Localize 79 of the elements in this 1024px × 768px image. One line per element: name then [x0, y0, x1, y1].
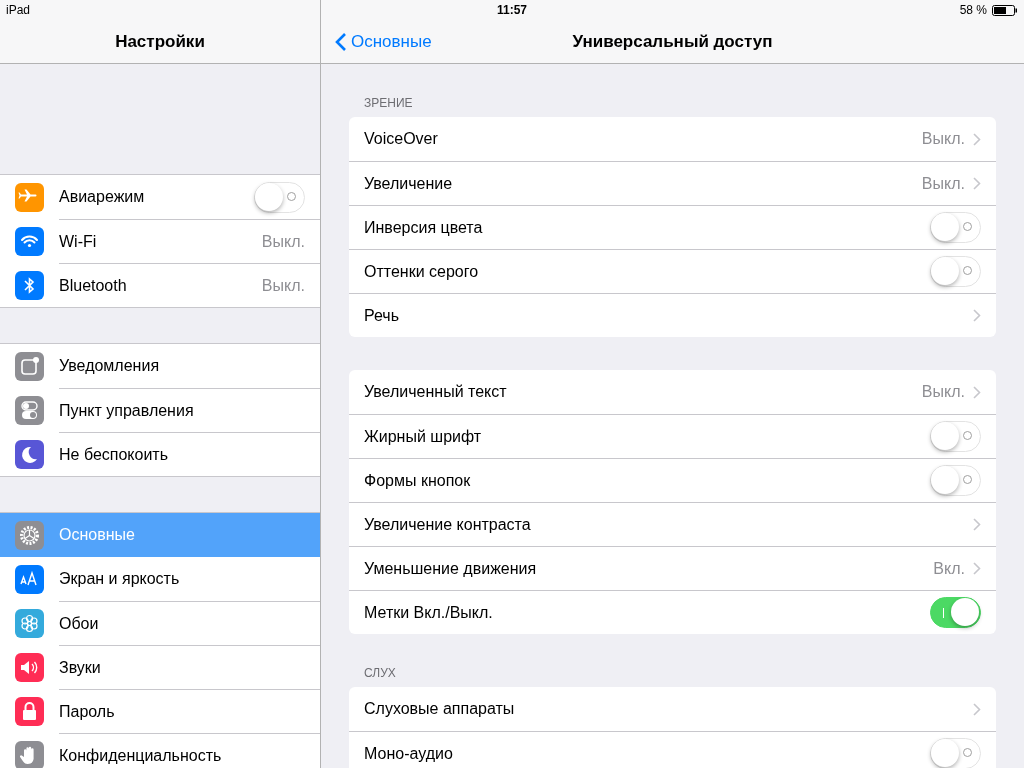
sidebar-item[interactable]: Wi-Fi Выкл. [0, 219, 320, 263]
row-label: Речь [364, 306, 400, 325]
item-label: Пароль [59, 702, 116, 721]
settings-row[interactable]: Увеличенный текст Выкл. [349, 370, 996, 414]
row-label: Моно-аудио [364, 744, 454, 763]
settings-row[interactable]: Жирный шрифт [349, 414, 996, 458]
item-label: Основные [59, 526, 136, 544]
row-label: Слуховые аппараты [364, 700, 516, 718]
sidebar-item[interactable]: Не беспокоить [0, 432, 320, 476]
settings-row[interactable]: Оттенки серого [349, 249, 996, 293]
settings-row[interactable]: Увеличение контраста [349, 502, 996, 546]
back-button[interactable]: Основные [331, 20, 436, 64]
toggle-switch[interactable] [930, 421, 981, 452]
item-label: Звуки [59, 658, 102, 677]
row-value: Выкл. [921, 174, 965, 193]
sidebar-item[interactable]: Звуки [0, 645, 320, 689]
sidebar-item[interactable]: Пункт управления [0, 388, 320, 432]
row-label: Оттенки серого [364, 262, 480, 281]
item-label: Wi-Fi [59, 232, 98, 251]
settings-row[interactable]: Формы кнопок [349, 458, 996, 502]
row-label: Уменьшение движения [364, 559, 538, 578]
page-title: Универсальный доступ [572, 31, 773, 52]
chevron-icon [973, 177, 981, 190]
settings-row[interactable]: Инверсия цвета [349, 205, 996, 249]
chevron-icon [973, 702, 981, 716]
sidebar-title: Настройки [115, 31, 205, 52]
settings-row[interactable]: VoiceOver Выкл. [349, 117, 996, 161]
settings-row[interactable]: Метки Вкл./Выкл. [349, 590, 996, 634]
sidebar-item[interactable]: Bluetooth Выкл. [0, 263, 320, 307]
sidebar-item[interactable]: Авиарежим [0, 175, 320, 219]
row-label: Увеличенный текст [364, 383, 508, 401]
device-name: iPad [6, 3, 31, 17]
item-label: Bluetooth [59, 276, 128, 295]
chevron-icon [973, 518, 981, 531]
toggle-switch[interactable] [930, 597, 981, 628]
settings-row[interactable]: Речь [349, 293, 996, 337]
battery-percent: 58 % [959, 3, 987, 17]
chevron-icon [973, 385, 981, 399]
chevron-icon [973, 132, 981, 146]
settings-row[interactable]: Моно-аудио [349, 731, 996, 768]
toggle-switch[interactable] [930, 738, 981, 768]
sidebar-item[interactable]: Конфиденциальность [0, 733, 320, 768]
sidebar-item[interactable]: Обои [0, 601, 320, 645]
chevron-icon [973, 562, 981, 575]
toggle-switch[interactable] [930, 465, 981, 496]
battery-icon [992, 4, 1018, 16]
row-label: Увеличение контраста [364, 515, 532, 534]
row-label: VoiceOver [364, 130, 439, 148]
sidebar-item[interactable]: Экран и яркость [0, 557, 320, 601]
item-label: Не беспокоить [59, 445, 170, 464]
item-value: Выкл. [261, 232, 305, 251]
row-label: Жирный шрифт [364, 427, 483, 446]
settings-row[interactable]: Увеличение Выкл. [349, 161, 996, 205]
item-label: Авиарежим [59, 188, 146, 206]
toggle-switch[interactable] [254, 181, 305, 213]
chevron-icon [973, 309, 981, 322]
item-label: Экран и яркость [59, 570, 181, 588]
item-value: Выкл. [261, 276, 305, 295]
back-chevron-icon [335, 32, 347, 52]
clock: 11:57 [497, 3, 527, 17]
item-label: Пункт управления [59, 401, 195, 420]
row-label: Формы кнопок [364, 471, 472, 490]
toggle-switch[interactable] [930, 212, 981, 243]
row-label: Метки Вкл./Выкл. [364, 603, 494, 622]
toggle-switch[interactable] [930, 256, 981, 287]
sidebar-item[interactable]: Пароль [0, 689, 320, 733]
section-header: ЗРЕНИЕ [363, 95, 414, 112]
settings-row[interactable]: Уменьшение движения Вкл. [349, 546, 996, 590]
row-value: Выкл. [921, 130, 965, 148]
item-label: Обои [59, 614, 100, 633]
section-header: СЛУХ [363, 665, 397, 682]
item-label: Уведомления [59, 357, 161, 375]
sidebar-item[interactable]: Уведомления [0, 344, 320, 388]
row-label: Увеличение [364, 174, 454, 193]
row-value: Выкл. [921, 383, 965, 401]
row-label: Инверсия цвета [364, 218, 484, 237]
row-value: Вкл. [933, 559, 965, 578]
item-label: Конфиденциальность [59, 746, 223, 765]
settings-row[interactable]: Слуховые аппараты [349, 687, 996, 731]
